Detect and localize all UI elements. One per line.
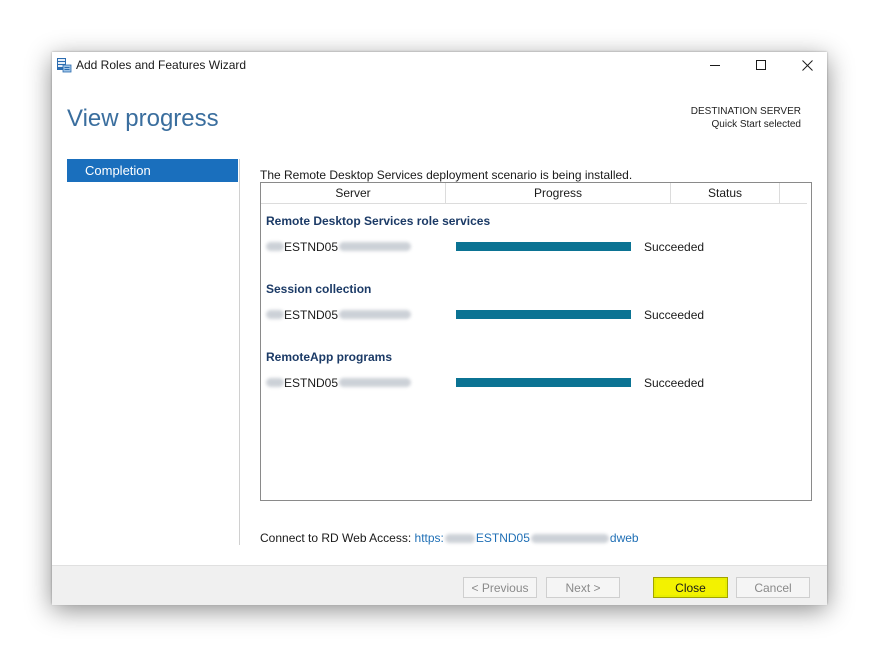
minimize-button[interactable]: [692, 52, 738, 78]
wizard-nav: Completion: [67, 159, 238, 182]
redacted-text: [339, 242, 412, 252]
status-text: Succeeded: [644, 308, 705, 322]
status-text: Succeeded: [644, 376, 705, 390]
close-button[interactable]: Close: [653, 577, 728, 598]
redacted-text: [266, 310, 284, 320]
redacted-text: [266, 242, 284, 252]
progress-bar: [456, 310, 631, 319]
server-name: ESTND05: [266, 239, 446, 255]
wizard-window: Add Roles and Features Wizard View progr…: [52, 52, 827, 605]
minimize-icon: [710, 65, 720, 66]
group-title: Session collection: [266, 282, 372, 296]
destination-value: Quick Start selected: [711, 119, 801, 130]
progress-bar-fill: [456, 378, 631, 387]
wizard-footer: < Previous Next > Close Cancel: [52, 565, 827, 605]
redacted-text: [530, 534, 609, 544]
rd-web-access-link[interactable]: https: ESTND05 dweb: [415, 531, 639, 545]
maximize-icon: [756, 60, 766, 70]
redacted-text: [266, 378, 284, 388]
destination-server: DESTINATION SERVER Quick Start selected: [691, 105, 801, 131]
redacted-text: [339, 378, 412, 388]
destination-label: DESTINATION SERVER: [690, 106, 801, 117]
group-title: Remote Desktop Services role services: [266, 214, 491, 228]
progress-bar-fill: [456, 242, 631, 251]
column-header-status[interactable]: Status: [671, 183, 780, 203]
group-title: RemoteApp programs: [266, 350, 393, 364]
table-header: Server Progress Status: [261, 183, 807, 204]
column-header-server[interactable]: Server: [261, 183, 446, 203]
rd-web-access-line: Connect to RD Web Access: https: ESTND05 d…: [260, 531, 639, 545]
nav-item-completion[interactable]: Completion: [67, 159, 238, 182]
server-name: ESTND05: [266, 375, 446, 391]
progress-bar: [456, 242, 631, 251]
next-button[interactable]: Next >: [546, 577, 620, 598]
maximize-button[interactable]: [738, 52, 784, 78]
redacted-text: [339, 310, 412, 320]
redacted-text: [444, 534, 475, 544]
progress-bar: [456, 378, 631, 387]
previous-button[interactable]: < Previous: [463, 577, 537, 598]
rd-web-access-label: Connect to RD Web Access:: [260, 531, 412, 545]
cancel-button[interactable]: Cancel: [736, 577, 810, 598]
page-title: View progress: [67, 105, 219, 132]
progress-bar-fill: [456, 310, 631, 319]
window-title: Add Roles and Features Wizard: [76, 58, 247, 72]
close-icon: [801, 59, 813, 71]
progress-list: Server Progress Status Remote Desktop Se…: [260, 182, 812, 501]
intro-text: The Remote Desktop Services deployment s…: [260, 168, 633, 182]
close-window-button[interactable]: [784, 52, 830, 78]
server-name: ESTND05: [266, 307, 446, 323]
nav-divider: [239, 159, 240, 545]
column-header-progress[interactable]: Progress: [446, 183, 671, 203]
title-bar: Add Roles and Features Wizard: [52, 52, 827, 78]
status-text: Succeeded: [644, 240, 705, 254]
server-manager-wizard-icon: [57, 58, 72, 73]
